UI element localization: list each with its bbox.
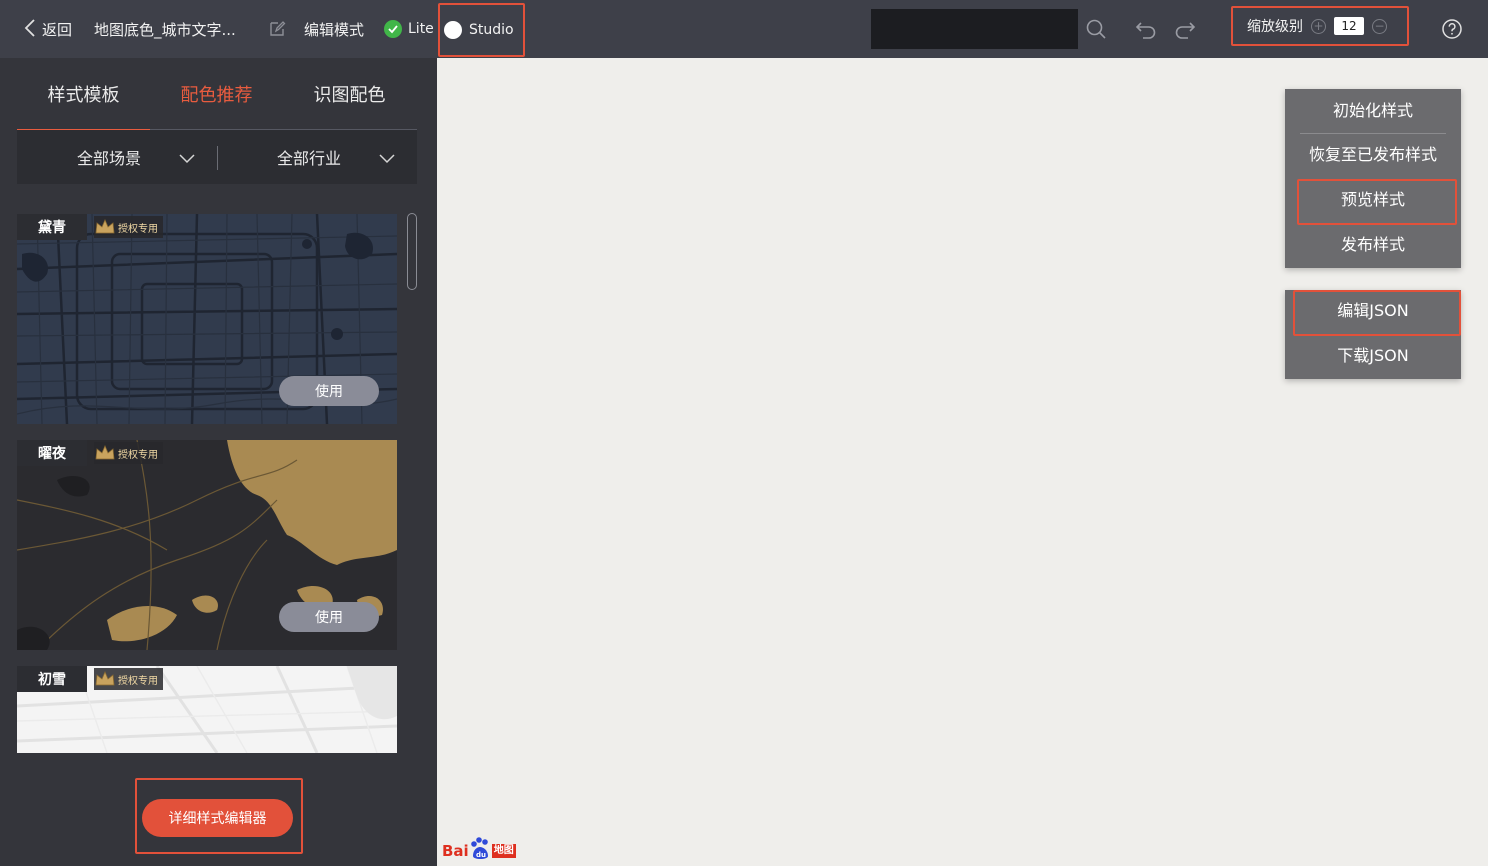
industry-filter-dropdown[interactable]: 全部行业 <box>217 130 417 184</box>
check-circle-icon <box>384 20 402 38</box>
menu-divider <box>1300 133 1446 134</box>
studio-label: Studio <box>469 22 514 38</box>
logo-suffix: 地图 <box>491 844 516 858</box>
redo-icon[interactable] <box>1173 0 1197 58</box>
use-style-button[interactable]: 使用 <box>279 602 379 632</box>
edit-icon[interactable] <box>268 0 286 58</box>
restore-published-button[interactable]: 恢复至已发布样式 <box>1285 143 1461 167</box>
style-card-daiqing[interactable]: 黛青 授权专用 使用 <box>17 214 397 424</box>
lite-mode-toggle[interactable]: Lite <box>384 0 434 58</box>
badge-label: 授权专用 <box>118 223 158 235</box>
card-title: 曜夜 <box>17 440 87 466</box>
svg-text:du: du <box>476 851 486 859</box>
highlight-frame <box>1293 290 1461 336</box>
radio-dot-icon <box>444 21 462 39</box>
undo-icon[interactable] <box>1134 0 1158 58</box>
lite-label: Lite <box>408 21 434 37</box>
crown-icon <box>95 444 115 460</box>
zoom-in-icon[interactable]: + <box>1311 18 1326 34</box>
chevron-down-icon <box>379 149 395 168</box>
edit-mode-label: 编辑模式 <box>304 20 365 39</box>
license-badge: 授权专用 <box>94 442 163 464</box>
tab-image-color-pick[interactable]: 识图配色 <box>283 58 416 130</box>
style-card-yaoye[interactable]: 曜夜 授权专用 使用 <box>17 440 397 650</box>
zoom-label: 缩放级别 <box>1247 19 1303 35</box>
publish-style-button[interactable]: 发布样式 <box>1285 233 1461 257</box>
card-title: 黛青 <box>17 214 87 240</box>
search-input[interactable] <box>871 9 1078 49</box>
sidebar-tabs: 样式模板 配色推荐 识图配色 <box>17 58 417 131</box>
license-badge: 授权专用 <box>94 668 163 690</box>
sidebar-scrollbar[interactable] <box>407 213 417 290</box>
highlight-frame <box>1297 179 1457 225</box>
search-icon[interactable] <box>1085 0 1107 58</box>
scene-filter-label: 全部场景 <box>76 149 141 168</box>
license-badge: 授权专用 <box>94 216 163 238</box>
tab-color-recommendations[interactable]: 配色推荐 <box>150 58 283 130</box>
download-json-button[interactable]: 下载JSON <box>1285 344 1461 368</box>
back-button[interactable]: 返回 <box>24 0 72 58</box>
baidu-map-logo: Bai du 地图 <box>442 836 516 860</box>
paw-logo-icon: du <box>470 837 488 859</box>
use-style-button[interactable]: 使用 <box>279 376 379 406</box>
back-label: 返回 <box>42 20 73 39</box>
logo-text: Bai <box>442 842 469 860</box>
top-toolbar: 返回 地图底色_城市文字... 编辑模式 Lite Studio 缩放级别 + … <box>0 0 1488 58</box>
badge-label: 授权专用 <box>118 675 158 687</box>
studio-mode-toggle[interactable]: Studio <box>438 3 525 57</box>
zoom-out-icon[interactable]: − <box>1372 18 1387 34</box>
crown-icon <box>95 218 115 234</box>
card-title: 初雪 <box>17 666 87 692</box>
industry-filter-label: 全部行业 <box>276 149 341 168</box>
chevron-left-icon <box>24 18 36 40</box>
tab-style-templates[interactable]: 样式模板 <box>17 58 150 131</box>
document-title: 地图底色_城市文字... <box>94 20 236 39</box>
zoom-value-input[interactable]: 12 <box>1334 17 1364 35</box>
crown-icon <box>95 670 115 686</box>
init-style-button[interactable]: 初始化样式 <box>1285 99 1461 123</box>
detail-style-editor-button[interactable]: 详细样式编辑器 <box>142 799 293 837</box>
style-card-chuxue[interactable]: 初雪 授权专用 <box>17 666 397 753</box>
help-icon[interactable] <box>1441 0 1463 58</box>
chevron-down-icon <box>179 149 195 168</box>
filter-bar: 全部场景 全部行业 <box>17 130 417 184</box>
scene-filter-dropdown[interactable]: 全部场景 <box>17 130 217 184</box>
zoom-level-control: 缩放级别 + 12 − <box>1231 6 1409 46</box>
badge-label: 授权专用 <box>118 449 158 461</box>
style-sidebar: 样式模板 配色推荐 识图配色 全部场景 全部行业 黛青 授权专用 使用 曜夜 授… <box>0 58 437 866</box>
